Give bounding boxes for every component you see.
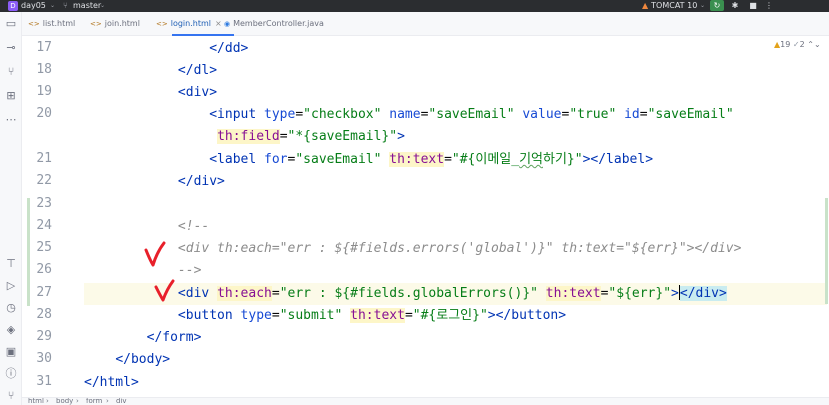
code-line-31[interactable]: </html> bbox=[84, 372, 139, 394]
more-tools-icon[interactable]: ⋯ bbox=[3, 112, 19, 128]
run-icon[interactable]: ↻ bbox=[710, 0, 724, 11]
chevron-down-icon[interactable]: ⌄ bbox=[814, 40, 821, 49]
weak-warning-count: 2 bbox=[799, 40, 805, 49]
matched-closing-tag: </div> bbox=[679, 286, 727, 301]
code-line-19[interactable]: <div> bbox=[84, 82, 217, 104]
structure-icon[interactable]: ⊞ bbox=[3, 88, 19, 104]
line-number: 18 bbox=[36, 62, 52, 77]
line-number: 17 bbox=[36, 40, 52, 55]
html-file-icon: <> bbox=[156, 20, 168, 28]
chevron-down-icon[interactable]: ⌄ bbox=[100, 0, 105, 11]
line-number: 30 bbox=[36, 351, 52, 366]
line-number: 31 bbox=[36, 374, 52, 389]
vcs-change-marker[interactable] bbox=[27, 198, 30, 306]
code-line-20[interactable]: <input type="checkbox" name="saveEmail" … bbox=[84, 104, 733, 126]
line-number: 20 bbox=[36, 106, 52, 121]
breadcrumb: html › body › form › div bbox=[22, 397, 829, 405]
breadcrumb-separator: › bbox=[46, 397, 49, 405]
tool-window-strip: ▭ ⊸ ⑂ ⊞ ⋯ ⊤ ▷ ◷ ◈ ▣ ⓘ ⑂ bbox=[0, 12, 22, 405]
hammer-icon[interactable]: ⊤ bbox=[3, 256, 19, 272]
commit-icon[interactable]: ⊸ bbox=[3, 40, 19, 56]
run-tool-icon[interactable]: ▷ bbox=[3, 278, 19, 294]
code-line-21[interactable]: <label for="saveEmail" th:text="#{이메일_기억… bbox=[84, 149, 653, 171]
breadcrumb-separator: › bbox=[76, 397, 79, 405]
weak-warning-icon: ✓ bbox=[792, 40, 800, 49]
editor-tabs: <> list.html <> join.html <> login.html × ◉ M… bbox=[22, 12, 829, 36]
more-icon[interactable]: ⋮ bbox=[762, 0, 776, 11]
line-number: 21 bbox=[36, 151, 52, 166]
tomcat-icon: ▲ bbox=[642, 1, 649, 10]
code-line-29[interactable]: </form> bbox=[84, 327, 202, 349]
chevron-down-icon[interactable]: ⌄ bbox=[700, 0, 705, 11]
inspection-widget[interactable]: ▲19 ✓2 ⌃⌄ bbox=[774, 40, 821, 50]
breadcrumb-item[interactable]: html bbox=[28, 398, 44, 405]
code-line-24[interactable]: <!-- bbox=[84, 216, 209, 238]
services-icon[interactable]: ◈ bbox=[3, 322, 19, 338]
project-name[interactable]: day05 bbox=[21, 0, 46, 11]
title-bar: D day05 ⌄ ⑂ master ⌄ ▲ TOMCAT 10 ⌄ ↻ ✱ ■ … bbox=[0, 0, 829, 12]
code-line-28[interactable]: <button type="submit" th:text="#{로그인}"><… bbox=[84, 305, 566, 327]
git-branch-icon[interactable]: ⑂ bbox=[63, 0, 68, 11]
annotation-check-mark bbox=[144, 241, 166, 267]
html-file-icon: <> bbox=[28, 20, 40, 28]
project-badge[interactable]: D bbox=[8, 1, 18, 11]
terminal-icon[interactable]: ▣ bbox=[3, 344, 19, 360]
code-line-25[interactable]: <div th:each="err : ${#fields.errors('gl… bbox=[84, 238, 742, 260]
line-number: 29 bbox=[36, 329, 52, 344]
gutter: 17 18 19 20 21 22 23 24 25 26 27 28 29 3… bbox=[22, 36, 98, 397]
tab-list-html[interactable]: <> list.html bbox=[28, 12, 75, 36]
project-folder-icon[interactable]: ▭ bbox=[3, 16, 19, 32]
branch-name[interactable]: master bbox=[73, 0, 101, 11]
code-line-22[interactable]: </div> bbox=[84, 171, 225, 193]
typo-underline: 기억 bbox=[519, 152, 543, 167]
code-line-27[interactable]: <div th:each="err : ${#fields.globalErro… bbox=[84, 283, 727, 305]
stop-icon[interactable]: ■ bbox=[746, 0, 760, 11]
code-line-30[interactable]: </body> bbox=[84, 349, 170, 371]
close-icon[interactable]: × bbox=[215, 19, 222, 28]
breadcrumb-item[interactable]: body bbox=[56, 398, 73, 405]
warning-count: 19 bbox=[780, 40, 791, 49]
tab-login-html[interactable]: <> login.html × bbox=[156, 12, 222, 36]
pull-requests-icon[interactable]: ⑂ bbox=[3, 64, 19, 80]
code-line-20-wrap[interactable]: th:field="*{saveEmail}"> bbox=[84, 126, 405, 148]
breadcrumb-separator: › bbox=[106, 397, 109, 405]
code-editor[interactable]: 17 18 19 20 21 22 23 24 25 26 27 28 29 3… bbox=[22, 36, 829, 397]
code-line-17[interactable]: </dd> bbox=[84, 38, 248, 60]
java-class-icon: ◉ bbox=[224, 20, 231, 28]
annotation-check-mark bbox=[154, 279, 175, 302]
chevron-down-icon[interactable]: ⌄ bbox=[50, 0, 55, 11]
run-configuration-label: TOMCAT 10 bbox=[651, 1, 698, 10]
debug-icon[interactable]: ✱ bbox=[728, 0, 742, 11]
terminal-history-icon[interactable]: ◷ bbox=[3, 300, 19, 316]
breadcrumb-item[interactable]: div bbox=[116, 398, 127, 405]
scrollbar-change-marker[interactable] bbox=[825, 198, 828, 304]
tab-join-html[interactable]: <> join.html bbox=[90, 12, 140, 36]
run-configuration[interactable]: ▲ TOMCAT 10 bbox=[642, 0, 697, 11]
chevron-up-icon[interactable]: ⌃ bbox=[807, 40, 814, 49]
breadcrumb-item[interactable]: form bbox=[86, 398, 102, 405]
line-number: 19 bbox=[36, 84, 52, 99]
line-number: 28 bbox=[36, 307, 52, 322]
git-icon[interactable]: ⑂ bbox=[3, 388, 19, 404]
tab-member-controller-java[interactable]: ◉ MemberController.java bbox=[224, 12, 324, 36]
line-number: 22 bbox=[36, 173, 52, 188]
html-file-icon: <> bbox=[90, 20, 102, 28]
code-line-18[interactable]: </dl> bbox=[84, 60, 217, 82]
problems-icon[interactable]: ⓘ bbox=[3, 366, 19, 382]
